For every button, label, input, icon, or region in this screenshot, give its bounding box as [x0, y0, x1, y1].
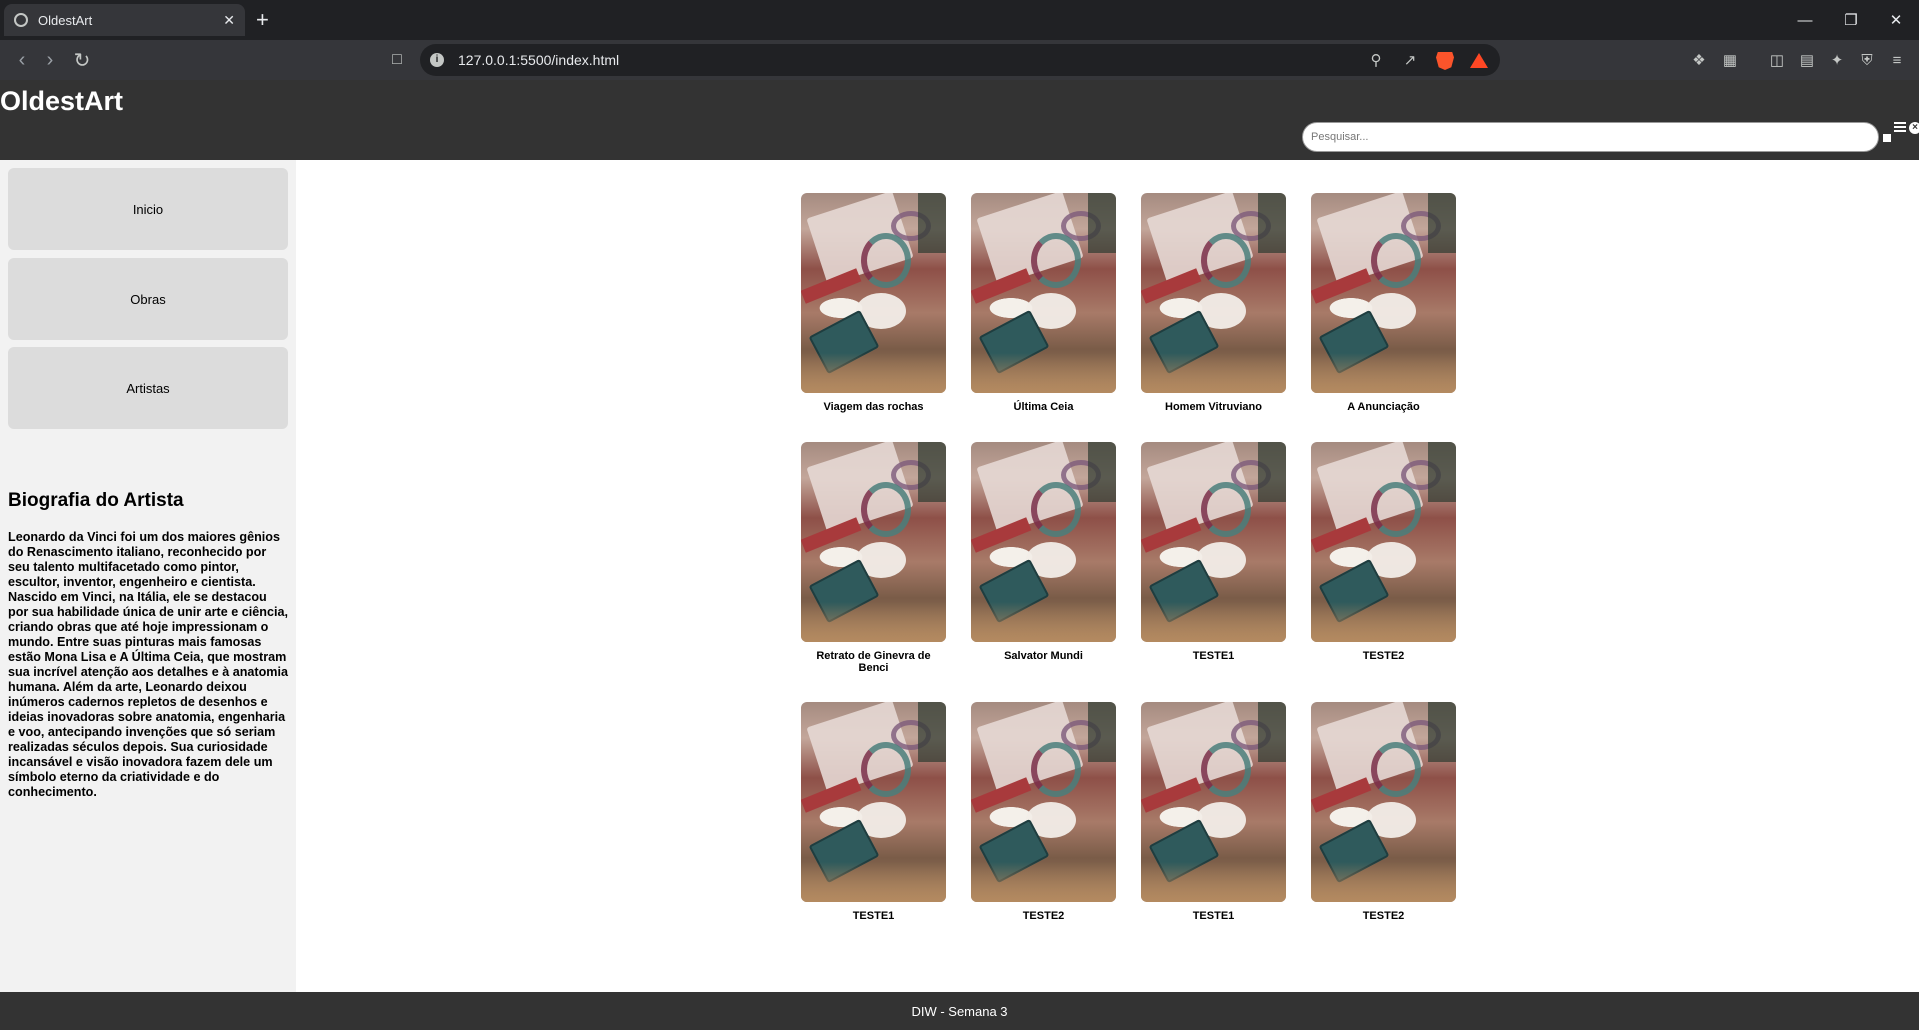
site-header: OldestArt ×	[0, 80, 1919, 160]
close-icon[interactable]: ×	[1909, 122, 1919, 134]
nav-button-inicio[interactable]: Inicio	[8, 168, 288, 250]
globe-icon	[14, 13, 28, 27]
sidebar-icon[interactable]: ◫	[1767, 50, 1787, 70]
artwork-card[interactable]: Salvator Mundi	[971, 442, 1116, 662]
artwork-card[interactable]: Última Ceia	[971, 193, 1116, 413]
hamburger-menu-icon[interactable]	[1894, 122, 1906, 132]
artwork-title: Homem Vitruviano	[1165, 401, 1262, 413]
site-info-icon[interactable]: i	[430, 53, 444, 67]
address-bar[interactable]: i 127.0.0.1:5500/index.html ⚲ ↗	[420, 44, 1500, 76]
media-icon[interactable]: ▦	[1720, 50, 1740, 70]
artwork-title: TESTE2	[1022, 910, 1065, 922]
search-button[interactable]	[1883, 134, 1891, 142]
wallet-icon[interactable]: ▤	[1797, 50, 1817, 70]
tab-close-icon[interactable]: ✕	[223, 12, 235, 29]
new-tab-button[interactable]: +	[256, 6, 269, 34]
url-text[interactable]: 127.0.0.1:5500/index.html	[458, 52, 619, 68]
site-logo[interactable]: OldestArt	[0, 86, 123, 117]
artwork-image[interactable]	[1311, 193, 1456, 393]
artwork-card[interactable]: Homem Vitruviano	[1141, 193, 1286, 413]
artwork-image[interactable]	[971, 702, 1116, 902]
artwork-card[interactable]: TESTE2	[1311, 702, 1456, 922]
artwork-image[interactable]	[1311, 702, 1456, 902]
minimize-icon[interactable]: —	[1782, 0, 1828, 40]
artwork-card[interactable]: A Anunciação	[1311, 193, 1456, 413]
artwork-image[interactable]	[801, 442, 946, 642]
artwork-image[interactable]	[971, 442, 1116, 642]
nav-button-obras[interactable]: Obras	[8, 258, 288, 340]
restore-icon[interactable]: ❐	[1828, 0, 1874, 40]
reload-icon[interactable]: ↻	[68, 46, 96, 74]
extensions-icon[interactable]: ❖	[1689, 50, 1709, 70]
share-icon[interactable]: ↗	[1400, 50, 1420, 70]
brave-rewards-icon[interactable]	[1470, 53, 1488, 68]
footer-text: DIW - Semana 3	[911, 1003, 1008, 1019]
browser-tab[interactable]: OldestArt ✕	[4, 4, 245, 36]
back-icon[interactable]: ‹	[8, 46, 36, 74]
site-footer: DIW - Semana 3	[0, 992, 1919, 1030]
artwork-card[interactable]: TESTE1	[801, 702, 946, 922]
artwork-title: TESTE2	[1362, 910, 1405, 922]
window-close-icon[interactable]: ✕	[1873, 0, 1919, 40]
artwork-image[interactable]	[1141, 193, 1286, 393]
artwork-title: A Anunciação	[1347, 401, 1420, 413]
artwork-card[interactable]: TESTE2	[1311, 442, 1456, 662]
artwork-title: Salvator Mundi	[1004, 650, 1083, 662]
artwork-title: Retrato de Ginevra de Benci	[816, 650, 931, 674]
leo-ai-icon[interactable]: ✦	[1827, 50, 1847, 70]
artwork-image[interactable]	[1141, 702, 1286, 902]
tab-title: OldestArt	[38, 12, 93, 28]
artwork-title: TESTE2	[1362, 650, 1405, 662]
artwork-image[interactable]	[1141, 442, 1286, 642]
menu-icon[interactable]: ≡	[1887, 50, 1907, 70]
artwork-card[interactable]: TESTE2	[971, 702, 1116, 922]
nav-button-artistas[interactable]: Artistas	[8, 347, 288, 429]
artwork-title: Viagem das rochas	[823, 401, 924, 413]
artwork-title: TESTE1	[1192, 650, 1235, 662]
artwork-card[interactable]: TESTE1	[1141, 702, 1286, 922]
bio-text: Leonardo da Vinci foi um dos maiores gên…	[8, 530, 288, 799]
brave-shields-icon[interactable]	[1436, 52, 1454, 70]
browser-toolbar: ‹ › ↻ □ i 127.0.0.1:5500/index.html ⚲ ↗ …	[0, 40, 1919, 80]
artwork-image[interactable]	[1311, 442, 1456, 642]
artwork-card[interactable]: Retrato de Ginevra de Benci	[801, 442, 946, 674]
artwork-title: Última Ceia	[1013, 401, 1074, 413]
artwork-image[interactable]	[971, 193, 1116, 393]
sidebar: Inicio Obras Artistas Biografia do Artis…	[0, 160, 296, 992]
bookmark-icon[interactable]: □	[383, 46, 411, 74]
artwork-image[interactable]	[801, 702, 946, 902]
artwork-card[interactable]: Viagem das rochas	[801, 193, 946, 413]
artwork-card[interactable]: TESTE1	[1141, 442, 1286, 662]
artwork-title: TESTE1	[1192, 910, 1235, 922]
bio-title: Biografia do Artista	[8, 490, 184, 511]
artwork-image[interactable]	[801, 193, 946, 393]
browser-tab-bar: OldestArt ✕ + — ❐ ✕	[0, 0, 1919, 40]
forward-icon[interactable]: ›	[36, 46, 64, 74]
zoom-icon[interactable]: ⚲	[1366, 50, 1386, 70]
search-input[interactable]	[1302, 122, 1879, 152]
vpn-shield-icon[interactable]: ⛨	[1857, 50, 1877, 70]
artwork-title: TESTE1	[852, 910, 895, 922]
